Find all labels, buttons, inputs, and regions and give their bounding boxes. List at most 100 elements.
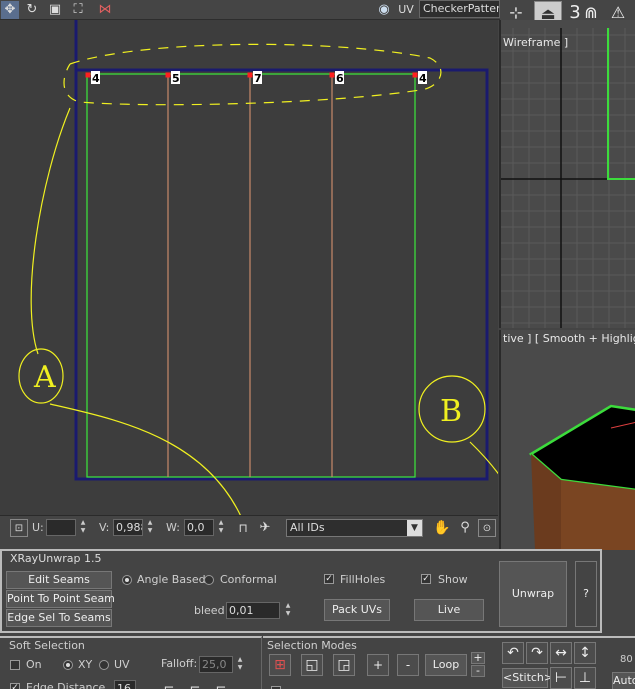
stitch-label: Stitch xyxy=(512,671,544,684)
uv-vertex[interactable] xyxy=(85,72,91,78)
uv-vertex[interactable] xyxy=(329,72,335,78)
unwrap-button[interactable]: Unwrap xyxy=(499,561,567,627)
w-label: W: xyxy=(166,521,180,534)
loop-shrink-button[interactable]: - xyxy=(471,665,485,677)
pan-icon[interactable]: ✋ xyxy=(433,519,451,537)
xy-radio[interactable] xyxy=(63,660,73,670)
rotate-cw-icon[interactable]: ↷ xyxy=(526,642,548,664)
falloff-field[interactable]: 25,0 xyxy=(199,656,233,673)
falloff-curve-2-icon[interactable]: ⌐ xyxy=(184,680,206,689)
uv-shell-border xyxy=(86,73,416,478)
uv-editor-toolbar: ✥ ↻ ▣ ⛶ ⋈ ◉ UV CheckerPattern xyxy=(0,0,500,20)
viewport-persp-label[interactable]: tive ] [ Smooth + Highlights ] xyxy=(503,332,635,345)
annotation-strokes xyxy=(18,43,498,515)
falloff-curve-icon[interactable]: ⌐ xyxy=(158,680,180,689)
stitch-panel: ↶ ↷ ↔ ↕ <Stitch> ⊢ ⊥ 80 Auto xyxy=(498,636,635,689)
bleed-field[interactable]: 0,01 xyxy=(226,602,280,619)
ids-dropdown[interactable]: All IDs ▼ xyxy=(286,519,423,537)
edge-distance-field[interactable]: 16 xyxy=(114,680,136,689)
zoom-icon[interactable]: ⚲ xyxy=(456,519,474,537)
angle-based-label: Angle Based xyxy=(137,573,206,586)
edge-distance-checkbox[interactable]: ✓ xyxy=(10,683,20,689)
conformal-radio[interactable] xyxy=(204,575,214,585)
point-to-point-seam-button[interactable]: Point To Point Seam xyxy=(6,590,115,608)
annotation-a-label: A xyxy=(33,360,56,395)
loop-grow-button[interactable]: + xyxy=(471,652,485,664)
xy-label: XY xyxy=(78,658,93,671)
v-spinner[interactable]: ▲ ▼ xyxy=(146,519,154,536)
bleed-spinner[interactable]: ▲ ▼ xyxy=(284,602,292,619)
mirror-icon[interactable]: ⋈ xyxy=(96,1,114,19)
edge-distance-label: Edge Distance xyxy=(26,681,106,689)
freeform-icon[interactable]: ⛶ xyxy=(69,1,87,19)
uv-status-bar: ⊡ U: ▲▼ V: 0,988 ▲▼ W: 0,0 ▲▼ ⊓ ✈ All ID… xyxy=(0,515,498,539)
grow-selection-button[interactable]: + xyxy=(367,654,389,676)
vertex-mode-icon[interactable]: ⊞ xyxy=(269,654,291,676)
texture-dropdown[interactable]: CheckerPattern xyxy=(419,0,500,18)
viewport-top[interactable]: Wireframe ] xyxy=(499,20,635,328)
zoom-region-icon[interactable]: ⊙ xyxy=(478,519,496,537)
uv-vertices: 4 5 7 6 4 xyxy=(85,71,427,85)
pack-uvs-button[interactable]: Pack UVs xyxy=(324,599,390,621)
texture-map-icon[interactable]: ◉ xyxy=(375,1,393,19)
xray-title: XRayUnwrap 1.5 xyxy=(10,552,102,565)
uv-vertex[interactable] xyxy=(412,72,418,78)
loop-button[interactable]: Loop xyxy=(425,654,467,676)
flip-vertical-icon[interactable]: ↕ xyxy=(574,642,596,664)
uv-editor-canvas[interactable]: 4 5 7 6 4 A B xyxy=(0,20,498,515)
w-spinner[interactable]: ▲ ▼ xyxy=(217,519,225,536)
soft-selection-on-checkbox[interactable] xyxy=(10,660,20,670)
u-label: U: xyxy=(32,521,44,534)
uv-canvas-svg: 4 5 7 6 4 A B xyxy=(18,20,498,515)
viewport-top-label[interactable]: Wireframe ] xyxy=(503,36,568,49)
stitch-button[interactable]: <Stitch> xyxy=(502,668,553,688)
falloff-curve-3-icon[interactable]: ⌐ xyxy=(210,680,232,689)
vertex-label: 7 xyxy=(254,72,262,85)
scale-icon[interactable]: ▣ xyxy=(46,1,64,19)
auto-button[interactable]: Auto xyxy=(612,672,635,689)
uv-radio[interactable] xyxy=(99,660,109,670)
annotation-arrow-a-up xyxy=(30,107,71,355)
unwrap-workspace: ✥ ↻ ▣ ⛶ ⋈ ◉ UV CheckerPattern ⊹ ⏏ 3 ⋒ ⚠ … xyxy=(0,0,635,689)
xray-unwrap-panel: XRayUnwrap 1.5 Edit Seams Point To Point… xyxy=(0,549,602,633)
ids-dropdown-value: All IDs xyxy=(290,521,325,534)
rotate-icon[interactable]: ↻ xyxy=(23,1,41,19)
align-vertical-icon[interactable]: ⊥ xyxy=(574,667,596,689)
viewport-grid xyxy=(501,28,635,328)
w-field[interactable]: 0,0 xyxy=(184,519,214,536)
angle-based-radio[interactable] xyxy=(122,575,132,585)
uv-label: UV xyxy=(114,658,130,671)
lock-icon[interactable]: ⊡ xyxy=(10,519,28,537)
help-button[interactable]: ? xyxy=(575,561,597,627)
uv-vertex[interactable] xyxy=(165,72,171,78)
edge-mode-icon[interactable]: ◱ xyxy=(301,654,323,676)
lock-icon-2[interactable]: ⊓ xyxy=(234,519,252,537)
soft-selection-title: Soft Selection xyxy=(9,639,85,652)
align-horizontal-icon[interactable]: ⊢ xyxy=(550,667,572,689)
u-spinner[interactable]: ▲ ▼ xyxy=(79,519,87,536)
bleed-label: bleed xyxy=(194,604,225,617)
paint-icon[interactable]: ✈ xyxy=(256,519,274,537)
face-mode-icon[interactable]: ◲ xyxy=(333,654,355,676)
live-button[interactable]: Live xyxy=(414,599,484,621)
v-field[interactable]: 0,988 xyxy=(113,519,143,536)
falloff-label: Falloff: xyxy=(161,657,198,670)
rotate-ccw-icon[interactable]: ↶ xyxy=(502,642,524,664)
edit-seams-button[interactable]: Edit Seams xyxy=(6,571,112,589)
flip-horizontal-icon[interactable]: ↔ xyxy=(550,642,572,664)
viewport-perspective[interactable]: tive ] [ Smooth + Highlights ] xyxy=(499,330,635,550)
conformal-label: Conformal xyxy=(220,573,277,586)
shrink-selection-button[interactable]: - xyxy=(397,654,419,676)
move-icon[interactable]: ✥ xyxy=(1,1,19,19)
soft-selection-panel: Soft Selection On XY UV Falloff: 25,0 ▲ ▼… xyxy=(0,636,262,689)
fillholes-checkbox[interactable]: ✓ xyxy=(324,574,334,584)
falloff-spinner[interactable]: ▲ ▼ xyxy=(236,656,244,673)
u-field[interactable] xyxy=(46,519,76,536)
soft-selection-on-label: On xyxy=(26,658,42,671)
value-80-label: 80 xyxy=(620,654,633,665)
annotation-arrow-a-down xyxy=(49,403,241,515)
uv-vertex[interactable] xyxy=(247,72,253,78)
viewport-persp-scene xyxy=(528,404,635,550)
show-checkbox[interactable]: ✓ xyxy=(421,574,431,584)
edge-sel-to-seams-button[interactable]: Edge Sel To Seams xyxy=(6,609,112,627)
